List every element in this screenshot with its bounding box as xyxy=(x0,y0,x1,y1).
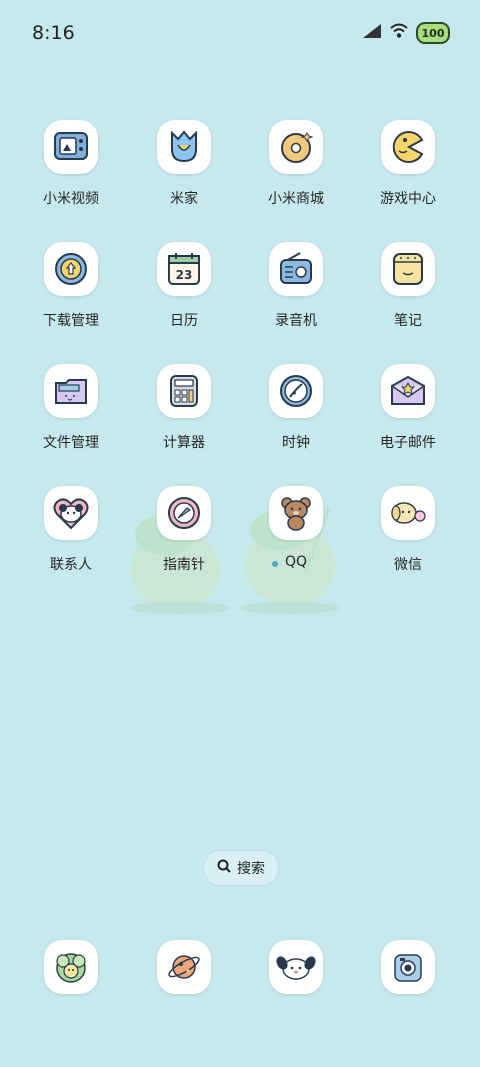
app-qq[interactable]: QQ xyxy=(246,486,346,570)
app-label: 日历 xyxy=(170,313,198,329)
mail-icon xyxy=(381,364,435,418)
pacman-icon xyxy=(381,120,435,174)
dock-app-1[interactable] xyxy=(21,940,121,994)
app-label: 下载管理 xyxy=(43,313,99,329)
app-calendar[interactable]: 23 日历 xyxy=(134,242,234,330)
tv-icon xyxy=(44,120,98,174)
notes-icon xyxy=(381,242,435,296)
search-button[interactable]: 搜索 xyxy=(203,850,279,886)
heart-contacts-icon xyxy=(44,486,98,540)
app-file-manager[interactable]: 文件管理 xyxy=(21,364,121,452)
page-indicator-dot xyxy=(272,561,278,567)
app-compass[interactable]: 指南针 xyxy=(134,486,234,574)
compass-icon xyxy=(157,486,211,540)
status-time: 8:16 xyxy=(32,22,75,44)
dock-app-4[interactable] xyxy=(358,940,458,994)
app-label: QQ xyxy=(284,554,308,570)
tulip-icon xyxy=(157,120,211,174)
planet-icon xyxy=(157,940,211,994)
app-label: 游戏中心 xyxy=(380,191,436,207)
app-label: 小米视频 xyxy=(43,191,99,207)
app-calculator[interactable]: 计算器 xyxy=(134,364,234,452)
download-icon xyxy=(44,242,98,296)
app-label: 时钟 xyxy=(282,435,310,451)
app-clock[interactable]: 时钟 xyxy=(246,364,346,452)
dock xyxy=(0,940,480,994)
clock-icon xyxy=(269,364,323,418)
app-contacts[interactable]: 联系人 xyxy=(21,486,121,574)
app-game-center[interactable]: 游戏中心 xyxy=(358,120,458,208)
app-label: 计算器 xyxy=(163,435,205,451)
calculator-icon xyxy=(157,364,211,418)
puppy-icon xyxy=(381,486,435,540)
calendar-icon: 23 xyxy=(157,242,211,296)
wifi-icon xyxy=(390,23,408,43)
dog-icon xyxy=(269,940,323,994)
app-label: 联系人 xyxy=(50,557,92,573)
camera-icon xyxy=(381,940,435,994)
app-label: 笔记 xyxy=(394,313,422,329)
status-bar: 8:16 100 xyxy=(0,0,480,68)
donut-icon xyxy=(269,120,323,174)
app-notes[interactable]: 笔记 xyxy=(358,242,458,330)
signal-icon xyxy=(362,23,382,43)
app-mi-video[interactable]: 小米视频 xyxy=(21,120,121,208)
search-icon xyxy=(217,859,231,877)
app-label: 指南针 xyxy=(163,557,205,573)
radio-icon xyxy=(269,242,323,296)
app-label: 电子邮件 xyxy=(380,435,436,451)
bear-icon xyxy=(269,486,323,540)
dock-app-2[interactable] xyxy=(134,940,234,994)
dock-app-3[interactable] xyxy=(246,940,346,994)
cabbage-icon xyxy=(44,940,98,994)
app-label: 录音机 xyxy=(275,313,317,329)
calendar-day: 23 xyxy=(176,268,193,282)
app-label: 米家 xyxy=(170,191,198,207)
folder-icon xyxy=(44,364,98,418)
app-label: 小米商城 xyxy=(268,191,324,207)
app-wechat[interactable]: 微信 xyxy=(358,486,458,574)
battery-icon: 100 xyxy=(416,22,450,44)
app-mi-store[interactable]: 小米商城 xyxy=(246,120,346,208)
app-recorder[interactable]: 录音机 xyxy=(246,242,346,330)
app-label: 微信 xyxy=(394,557,422,573)
app-email[interactable]: 电子邮件 xyxy=(358,364,458,452)
app-mijia[interactable]: 米家 xyxy=(134,120,234,208)
app-label: 文件管理 xyxy=(43,435,99,451)
status-icons: 100 xyxy=(362,22,450,44)
search-label: 搜索 xyxy=(237,861,265,877)
app-downloads[interactable]: 下载管理 xyxy=(21,242,121,330)
